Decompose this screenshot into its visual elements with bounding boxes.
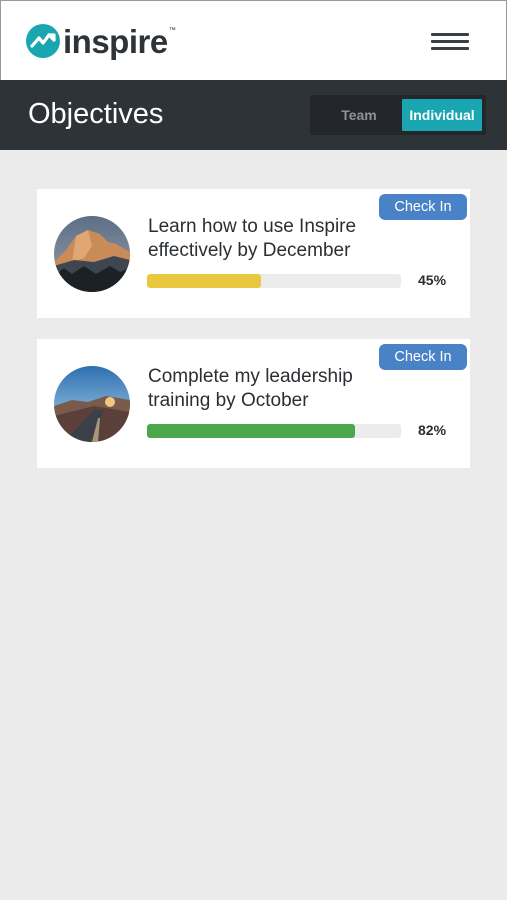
team-individual-toggle: Team Individual bbox=[310, 95, 486, 135]
check-in-button[interactable]: Check In bbox=[379, 194, 467, 220]
trademark-mark: ™ bbox=[168, 27, 176, 34]
page-header: Objectives Team Individual bbox=[0, 80, 507, 150]
road-sunset-landscape-image bbox=[54, 366, 130, 442]
logo-wordmark: inspire bbox=[63, 22, 168, 60]
page-title: Objectives bbox=[28, 98, 164, 130]
toggle-team[interactable]: Team bbox=[318, 99, 400, 131]
top-app-bar: inspire ™ bbox=[0, 0, 507, 80]
toggle-individual[interactable]: Individual bbox=[402, 99, 482, 131]
inspire-logo-icon bbox=[26, 24, 60, 58]
objective-title: Complete my leadership training by Octob… bbox=[148, 366, 353, 411]
progress-bar-fill bbox=[147, 424, 356, 438]
check-in-button[interactable]: Check In bbox=[379, 344, 467, 370]
progress-percent: 82% bbox=[418, 422, 447, 438]
progress-percent: 45% bbox=[418, 272, 447, 288]
hamburger-menu-icon[interactable] bbox=[431, 33, 469, 53]
objective-card[interactable]: Check In Learn how to use Inspire effect… bbox=[37, 189, 470, 318]
progress-bar bbox=[147, 424, 401, 438]
inspire-logo[interactable]: inspire ™ bbox=[26, 21, 176, 61]
objective-title: Learn how to use Inspire effectively by … bbox=[148, 216, 357, 261]
progress-bar-fill bbox=[147, 274, 262, 288]
objective-card[interactable]: Check In Complete my leadership training… bbox=[37, 339, 470, 468]
mountain-landscape-image bbox=[54, 216, 130, 292]
progress-bar bbox=[147, 274, 401, 288]
